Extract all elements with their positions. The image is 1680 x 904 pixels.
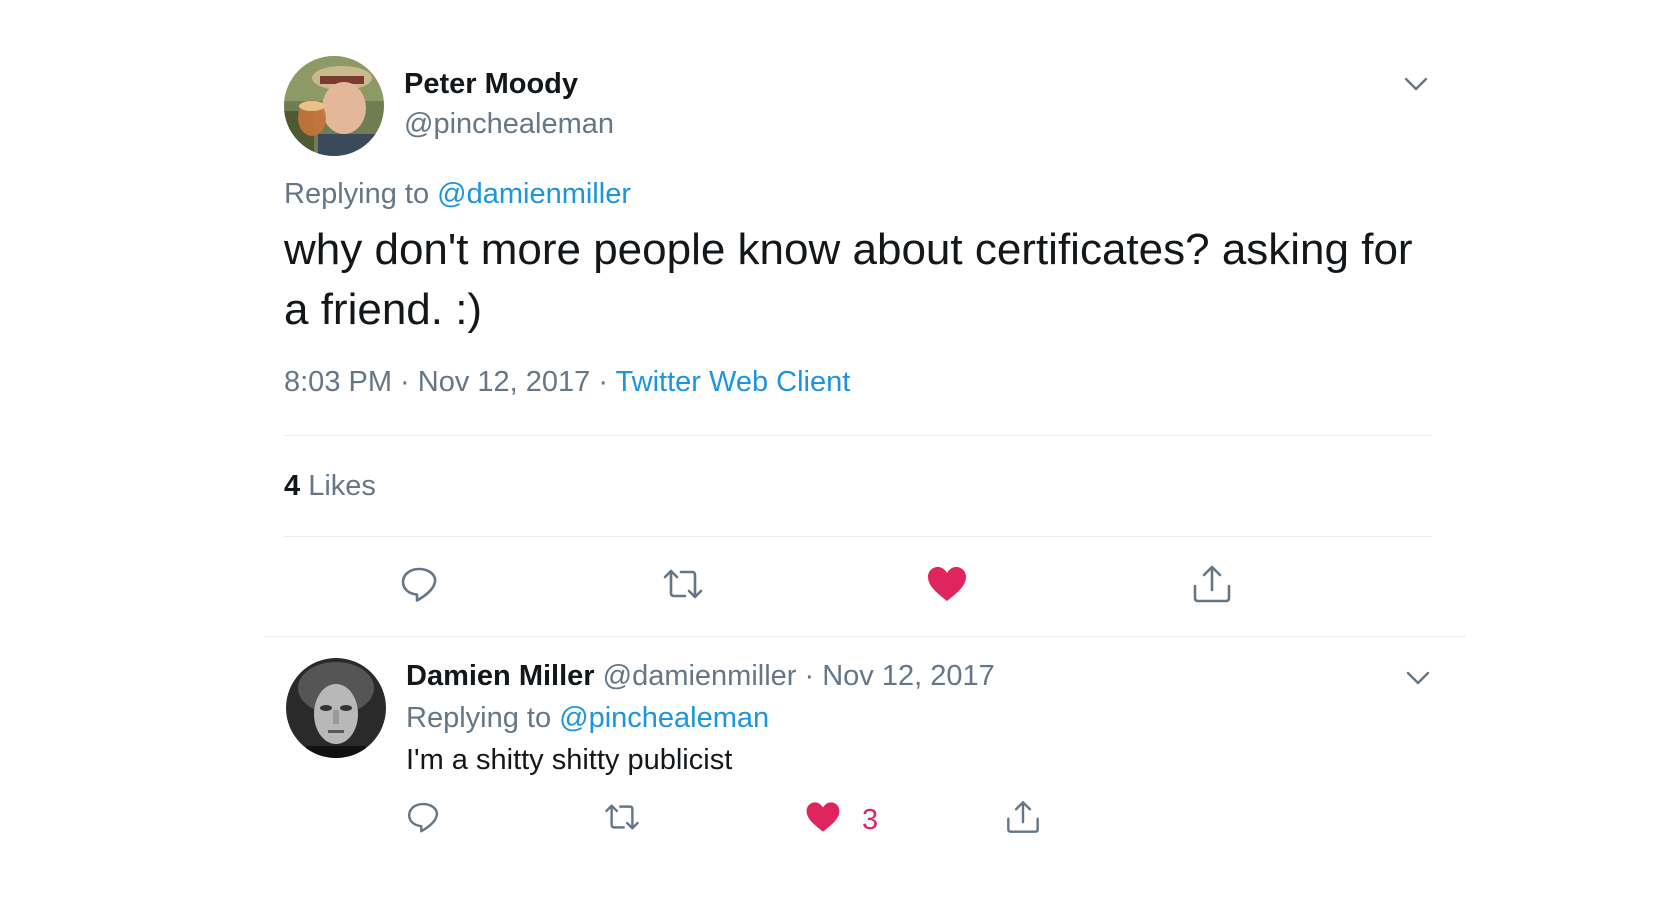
chevron-down-icon[interactable]	[1402, 70, 1430, 98]
avatar-photo	[286, 658, 386, 758]
retweet-icon	[663, 569, 703, 599]
replying-prefix: Replying to	[284, 178, 438, 210]
replying-to: Replying to @damienmiller	[284, 178, 631, 211]
replying-mention[interactable]: @pinchealeman	[559, 702, 769, 734]
reply-button[interactable]	[404, 798, 448, 842]
replying-to: Replying to @pinchealeman	[406, 702, 769, 735]
tweet-date[interactable]: Nov 12, 2017	[418, 366, 591, 398]
author-name[interactable]: Peter Moody	[404, 68, 578, 101]
avatar-photo	[284, 56, 384, 156]
reply-author-avatar[interactable]	[286, 658, 386, 758]
reply-icon	[407, 802, 439, 833]
retweet-button[interactable]	[661, 562, 705, 606]
reply-like-count[interactable]: 3	[862, 804, 878, 837]
reply-author-handle[interactable]: @damienmiller	[603, 660, 797, 692]
share-button[interactable]	[1004, 798, 1048, 842]
tweet-text: why don't more people know about certifi…	[284, 225, 1413, 334]
reply-icon	[401, 567, 437, 602]
replying-mention[interactable]: @damienmiller	[437, 178, 631, 210]
like-button[interactable]	[925, 562, 969, 606]
reply-date[interactable]: Nov 12, 2017	[822, 660, 995, 692]
retweet-icon	[605, 804, 639, 830]
replying-prefix: Replying to	[406, 702, 560, 734]
author-avatar[interactable]	[284, 56, 384, 156]
reply-author-name[interactable]: Damien Miller	[406, 660, 595, 692]
share-button[interactable]	[1190, 562, 1234, 606]
likes-count: 4	[284, 470, 301, 502]
retweet-button[interactable]	[603, 798, 647, 842]
tweet-meta: 8:03 PM · Nov 12, 2017 · Twitter Web Cli…	[284, 366, 850, 399]
tweet-separator	[264, 636, 1466, 637]
likes-summary[interactable]: 4 Likes	[284, 470, 376, 503]
heart-icon	[806, 802, 840, 832]
meta-separator: ·	[590, 366, 616, 398]
tweet-source[interactable]: Twitter Web Client	[616, 366, 851, 398]
divider	[284, 435, 1432, 436]
heart-icon	[928, 567, 966, 601]
author-handle[interactable]: @pinchealeman	[404, 108, 614, 141]
meta-separator: ·	[392, 366, 418, 398]
reply-button[interactable]	[397, 562, 441, 606]
share-icon	[1007, 801, 1039, 833]
tweet-time[interactable]: 8:03 PM	[284, 366, 392, 398]
reply-text: I'm a shitty shitty publicist	[406, 744, 733, 776]
header-separator: ·	[796, 660, 823, 692]
divider	[284, 536, 1432, 537]
chevron-down-icon[interactable]	[1404, 664, 1432, 692]
likes-label: Likes	[300, 470, 376, 502]
share-icon	[1193, 565, 1231, 603]
reply-header: Damien Miller @damienmiller · Nov 12, 20…	[406, 660, 995, 693]
like-button[interactable]	[804, 798, 848, 842]
